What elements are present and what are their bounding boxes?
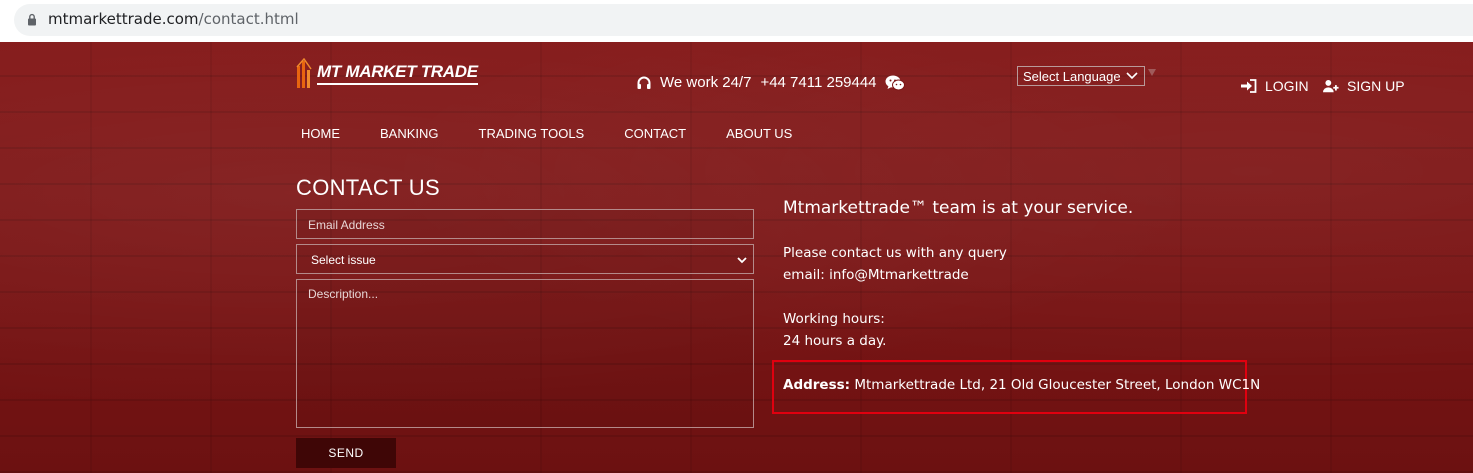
send-button[interactable]: SEND	[296, 438, 396, 468]
logo-text: MT MARKET TRADE	[317, 62, 478, 85]
chevron-down-icon	[737, 257, 747, 264]
phone-number[interactable]: +44 7411 259444	[760, 74, 876, 91]
nav-item-contact[interactable]: CONTACT	[624, 126, 686, 141]
url-path: /contact.html	[198, 10, 299, 28]
nav-item-trading-tools[interactable]: TRADING TOOLS	[479, 126, 585, 141]
contact-email: email: info@Mtmarkettrade	[783, 267, 969, 283]
contact-strip: We work 24/7 +44 7411 259444	[636, 74, 905, 91]
address-value: Mtmarkettrade Ltd, 21 Old Gloucester Str…	[854, 377, 1261, 393]
nav-item-home[interactable]: HOME	[301, 126, 340, 141]
login-label: LOGIN	[1265, 78, 1309, 94]
logo-mark-icon	[296, 58, 312, 88]
headset-icon	[637, 76, 651, 89]
browser-toolbar: mtmarkettrade.com/contact.html	[0, 0, 1473, 42]
address-line: Address: Mtmarkettrade Ltd, 21 Old Glouc…	[783, 377, 1260, 393]
work-hours-text: We work 24/7	[660, 74, 752, 91]
issue-select-value: Select issue	[311, 253, 376, 267]
page-title: CONTACT US	[296, 175, 440, 200]
sign-in-icon	[1241, 79, 1257, 93]
language-select-value: Select Language	[1023, 68, 1121, 84]
lock-icon	[28, 13, 36, 26]
service-tagline: Mtmarkettrade™ team is at your service.	[783, 198, 1134, 218]
issue-select[interactable]: Select issue	[296, 244, 754, 274]
description-textarea[interactable]: Description...	[296, 279, 754, 428]
wechat-icon[interactable]	[885, 75, 905, 91]
nav-item-about-us[interactable]: ABOUT US	[726, 126, 792, 141]
chevron-down-icon	[1126, 72, 1138, 80]
main-nav: HOME BANKING TRADING TOOLS CONTACT ABOUT…	[301, 126, 792, 141]
signup-label: SIGN UP	[1347, 78, 1405, 94]
language-select[interactable]: Select Language	[1017, 66, 1145, 86]
url-text[interactable]: mtmarkettrade.com/contact.html	[48, 10, 299, 28]
nav-item-banking[interactable]: BANKING	[380, 126, 439, 141]
working-hours-value: 24 hours a day.	[783, 333, 887, 349]
working-hours-label: Working hours:	[783, 311, 885, 327]
address-label: Address:	[783, 377, 851, 393]
contact-query-text: Please contact us with any query	[783, 245, 1007, 261]
login-link[interactable]: LOGIN	[1241, 78, 1309, 94]
user-plus-icon	[1323, 79, 1339, 93]
signup-link[interactable]: SIGN UP	[1323, 78, 1405, 94]
email-field[interactable]: Email Address	[296, 209, 754, 239]
url-host: mtmarkettrade.com	[48, 10, 199, 28]
page-content: MT MARKET TRADE We work 24/7 +44 7411 25…	[0, 42, 1473, 473]
caret-down-icon	[1148, 69, 1156, 76]
site-logo[interactable]: MT MARKET TRADE	[296, 58, 478, 88]
